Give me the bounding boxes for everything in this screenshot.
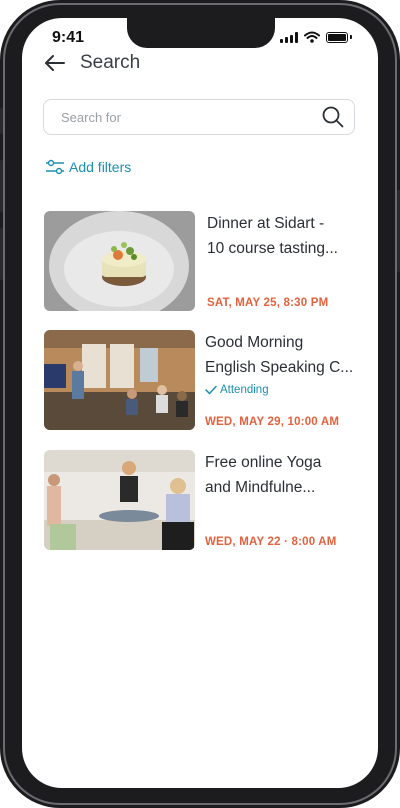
event-date: WED, MAY 22 · 8:00 AM — [205, 536, 337, 548]
status-time: 9:41 — [52, 29, 85, 46]
app-screen: 9:41 Search Add filters — [22, 18, 378, 788]
event-image-dinner — [44, 211, 195, 311]
checkmark-icon — [205, 385, 217, 395]
event-title-line1: Dinner at Sidart - — [207, 215, 325, 232]
event-info-dinner: Dinner at Sidart - 10 course tasting... … — [207, 211, 363, 311]
event-title-line2: and Mindfulne... — [205, 479, 316, 496]
event-title-line1: Good Morning — [205, 334, 304, 351]
signal-icon — [280, 31, 298, 43]
attending-label: Attending — [220, 384, 269, 396]
event-info-english: Good Morning English Speaking C... Atten… — [205, 330, 361, 430]
event-image-yoga — [44, 450, 195, 550]
event-date: SAT, MAY 25, 8:30 PM — [207, 297, 329, 309]
attending-badge: Attending — [205, 384, 361, 396]
event-card-yoga[interactable]: Free online Yoga and Mindfulne... WED, M… — [44, 450, 364, 550]
event-title-line2: 10 course tasting... — [207, 240, 338, 257]
volume-up-button — [0, 160, 3, 212]
add-filters-button[interactable]: Add filters — [45, 158, 131, 176]
search-box[interactable] — [43, 99, 355, 135]
search-input[interactable] — [59, 108, 303, 126]
page-title: Search — [80, 52, 141, 73]
silent-switch — [0, 108, 3, 134]
event-date: WED, MAY 29, 10:00 AM — [205, 416, 340, 428]
event-card-english[interactable]: Good Morning English Speaking C... Atten… — [44, 330, 364, 430]
event-info-yoga: Free online Yoga and Mindfulne... WED, M… — [205, 450, 361, 550]
event-title-line2: English Speaking C... — [205, 359, 354, 376]
back-arrow-icon[interactable] — [44, 54, 66, 72]
filters-sliders-icon — [46, 159, 64, 175]
event-card-dinner[interactable]: Dinner at Sidart - 10 course tasting... … — [44, 211, 364, 311]
header: Search — [44, 52, 140, 74]
battery-tip — [350, 35, 352, 39]
volume-down-button — [0, 228, 3, 280]
add-filters-label: Add filters — [69, 159, 132, 175]
wifi-icon — [304, 31, 320, 43]
event-image-english — [44, 330, 195, 430]
battery-icon — [326, 31, 348, 43]
search-icon[interactable] — [322, 106, 344, 128]
event-title-line1: Free online Yoga — [205, 454, 322, 471]
notch — [127, 18, 275, 48]
status-icons — [280, 31, 352, 43]
